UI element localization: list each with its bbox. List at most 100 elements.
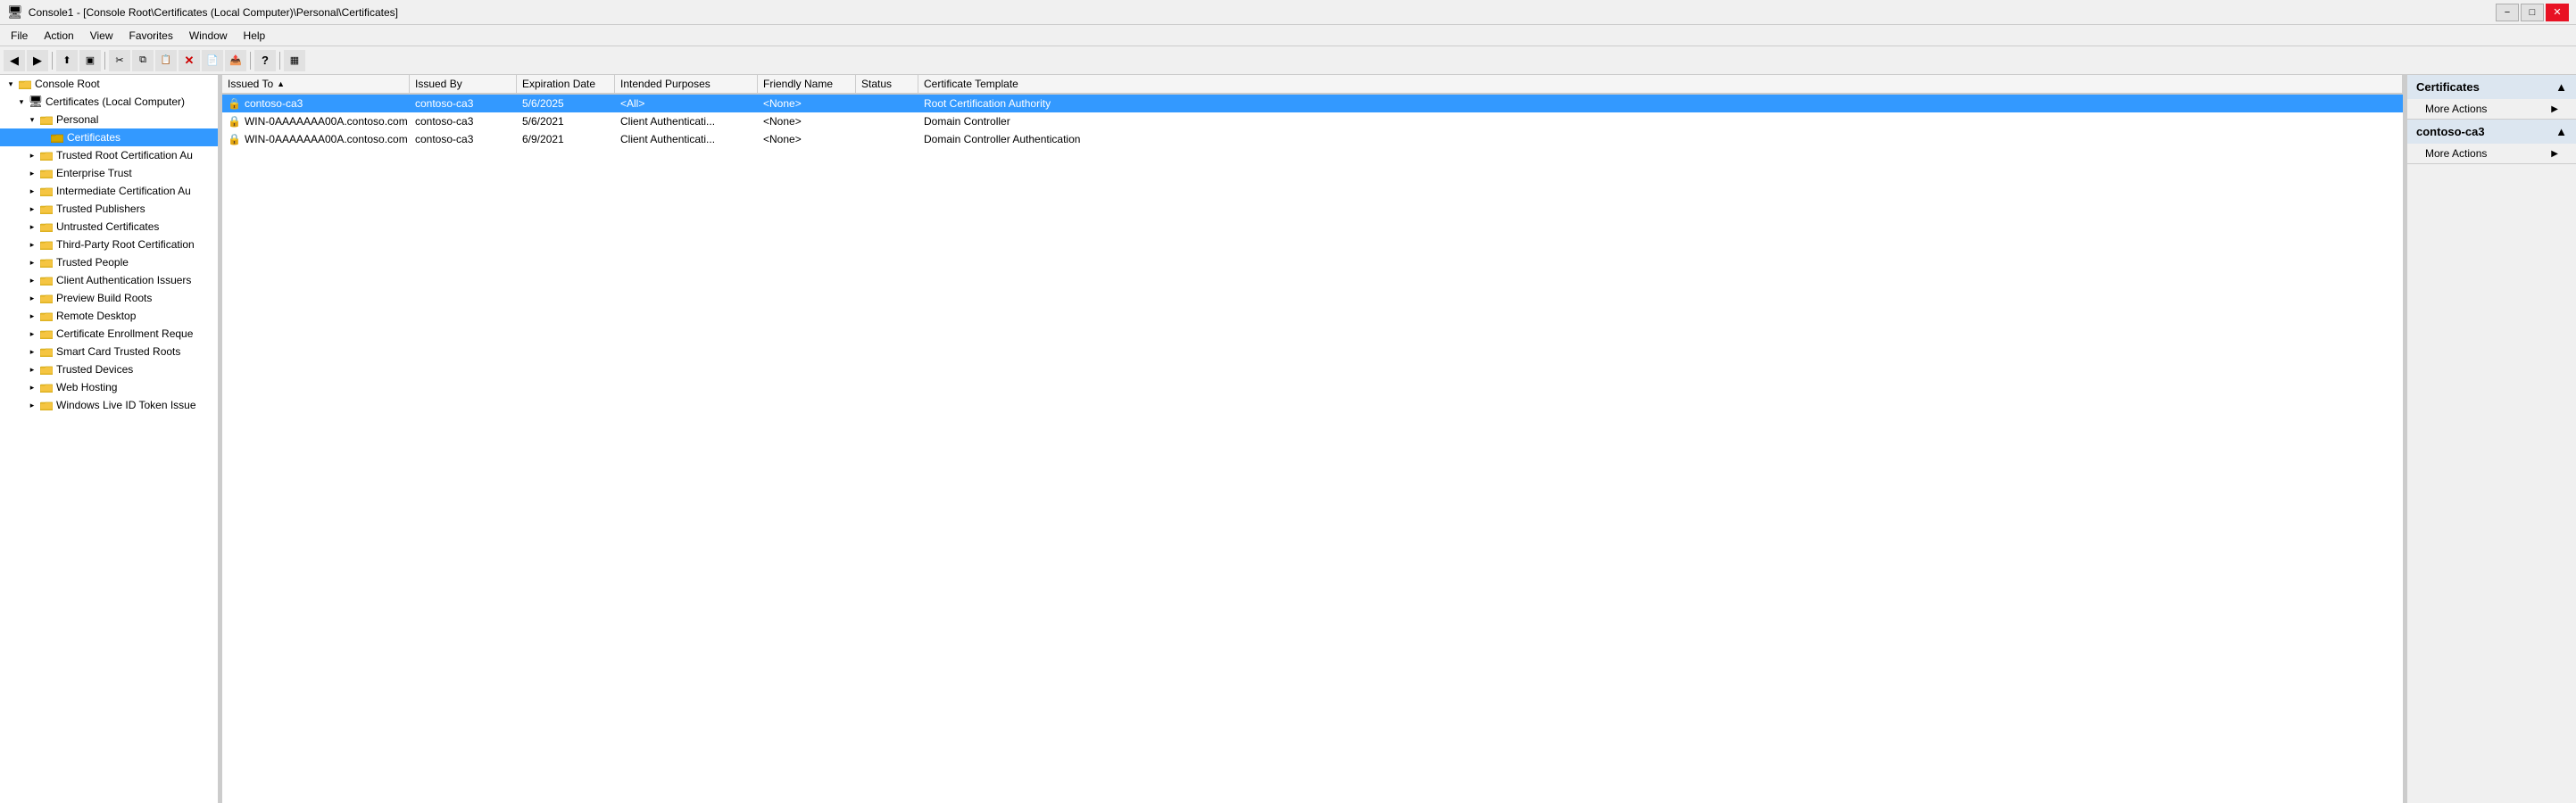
expand-remote-desktop[interactable]: ▸ bbox=[25, 309, 39, 323]
col-header-issued-to[interactable]: Issued To ▲ bbox=[222, 75, 410, 93]
help-button[interactable]: ? bbox=[254, 50, 276, 71]
cell-issued-by-1: contoso-ca3 bbox=[410, 95, 517, 112]
tree-item-trusted-devices[interactable]: ▸ Trusted Devices bbox=[0, 360, 218, 378]
tree-item-remote-desktop[interactable]: ▸ Remote Desktop bbox=[0, 307, 218, 325]
menu-item-view[interactable]: View bbox=[83, 28, 120, 44]
maximize-button[interactable]: □ bbox=[2521, 4, 2544, 21]
expand-smart-card[interactable]: ▸ bbox=[25, 344, 39, 359]
cell-issued-to-3: 🔒 WIN-0AAAAAAA00A.contoso.com bbox=[222, 131, 410, 147]
personal-icon bbox=[39, 112, 54, 127]
expand-web-hosting[interactable]: ▸ bbox=[25, 380, 39, 394]
paste-button[interactable]: 📋 bbox=[155, 50, 177, 71]
trusted-devices-icon bbox=[39, 362, 54, 377]
tree-item-console-root[interactable]: ▾ Console Root bbox=[0, 75, 218, 93]
expand-windows-live[interactable]: ▸ bbox=[25, 398, 39, 412]
list-row-3[interactable]: 🔒 WIN-0AAAAAAA00A.contoso.com contoso-ca… bbox=[222, 130, 2403, 148]
expand-trusted-root[interactable]: ▸ bbox=[25, 148, 39, 162]
expand-client-auth[interactable]: ▸ bbox=[25, 273, 39, 287]
expand-personal[interactable]: ▾ bbox=[25, 112, 39, 127]
expand-trusted-publishers[interactable]: ▸ bbox=[25, 202, 39, 216]
intermediate-icon bbox=[39, 184, 54, 198]
expand-local-computer[interactable]: ▾ bbox=[14, 95, 29, 109]
col-header-issued-by[interactable]: Issued By bbox=[410, 75, 517, 93]
tree-item-trusted-root[interactable]: ▸ Trusted Root Certification Au bbox=[0, 146, 218, 164]
tree-item-client-auth[interactable]: ▸ Client Authentication Issuers bbox=[0, 271, 218, 289]
actions-header-contoso[interactable]: contoso-ca3 ▲ bbox=[2407, 120, 2576, 144]
show-hide-console-tree[interactable]: ▣ bbox=[79, 50, 101, 71]
expand-trusted-devices[interactable]: ▸ bbox=[25, 362, 39, 377]
expand-untrusted[interactable]: ▸ bbox=[25, 219, 39, 234]
expand-preview-build[interactable]: ▸ bbox=[25, 291, 39, 305]
actions-items-contoso: More Actions ▶ bbox=[2407, 144, 2576, 163]
view-button[interactable]: ▦ bbox=[284, 50, 305, 71]
col-header-intended[interactable]: Intended Purposes bbox=[615, 75, 758, 93]
tree-item-trusted-publishers[interactable]: ▸ Trusted Publishers bbox=[0, 200, 218, 218]
menu-item-action[interactable]: Action bbox=[37, 28, 80, 44]
tree-item-windows-live[interactable]: ▸ Windows Live ID Token Issue bbox=[0, 396, 218, 414]
title-bar-title: Console1 - [Console Root\Certificates (L… bbox=[29, 6, 398, 19]
menu-item-favorites[interactable]: Favorites bbox=[122, 28, 180, 44]
back-button[interactable]: ◀ bbox=[4, 50, 25, 71]
menu-item-help[interactable]: Help bbox=[237, 28, 273, 44]
trusted-people-label: Trusted People bbox=[56, 256, 129, 269]
expand-trusted-people[interactable]: ▸ bbox=[25, 255, 39, 269]
col-header-friendly[interactable]: Friendly Name bbox=[758, 75, 856, 93]
actions-header-certificates[interactable]: Certificates ▲ bbox=[2407, 75, 2576, 99]
collapse-icon-contoso: ▲ bbox=[2555, 125, 2567, 138]
enterprise-trust-label: Enterprise Trust bbox=[56, 167, 132, 179]
tree-item-local-computer[interactable]: ▾ 🖥 Certificates (Local Computer) bbox=[0, 93, 218, 111]
delete-button[interactable]: ✕ bbox=[179, 50, 200, 71]
smart-card-label: Smart Card Trusted Roots bbox=[56, 345, 180, 358]
tree-item-untrusted[interactable]: ▸ Untrusted Certificates bbox=[0, 218, 218, 236]
untrusted-label: Untrusted Certificates bbox=[56, 220, 159, 233]
col-header-status[interactable]: Status bbox=[856, 75, 918, 93]
close-button[interactable]: ✕ bbox=[2546, 4, 2569, 21]
copy-button[interactable]: ⧉ bbox=[132, 50, 154, 71]
toolbar-sep-2 bbox=[104, 52, 105, 70]
tree-item-trusted-people[interactable]: ▸ Trusted People bbox=[0, 253, 218, 271]
windows-live-icon bbox=[39, 398, 54, 412]
cell-template-3: Domain Controller Authentication bbox=[918, 131, 2403, 147]
expand-intermediate[interactable]: ▸ bbox=[25, 184, 39, 198]
up-button[interactable]: ⬆ bbox=[56, 50, 78, 71]
third-party-label: Third-Party Root Certification bbox=[56, 238, 195, 251]
cell-status-2 bbox=[856, 120, 918, 123]
menu-item-file[interactable]: File bbox=[4, 28, 35, 44]
tree-item-enterprise-trust[interactable]: ▸ Enterprise Trust bbox=[0, 164, 218, 182]
tree-item-third-party[interactable]: ▸ Third-Party Root Certification bbox=[0, 236, 218, 253]
export-button[interactable]: 📤 bbox=[225, 50, 246, 71]
collapse-icon-certificates: ▲ bbox=[2555, 80, 2567, 94]
list-body: 🔒 contoso-ca3 contoso-ca3 5/6/2025 <All>… bbox=[222, 95, 2403, 803]
expand-cert-enrollment[interactable]: ▸ bbox=[25, 327, 39, 341]
expand-third-party[interactable]: ▸ bbox=[25, 237, 39, 252]
expand-enterprise[interactable]: ▸ bbox=[25, 166, 39, 180]
col-header-template[interactable]: Certificate Template bbox=[918, 75, 2403, 93]
tree-item-preview-build[interactable]: ▸ Preview Build Roots bbox=[0, 289, 218, 307]
tree-item-cert-enrollment[interactable]: ▸ Certificate Enrollment Reque bbox=[0, 325, 218, 343]
cell-intended-3: Client Authenticati... bbox=[615, 131, 758, 147]
cell-expiration-2: 5/6/2021 bbox=[517, 113, 615, 129]
cell-intended-2: Client Authenticati... bbox=[615, 113, 758, 129]
new-taskpad-button[interactable]: ✂ bbox=[109, 50, 130, 71]
actions-section-contoso: contoso-ca3 ▲ More Actions ▶ bbox=[2407, 120, 2576, 164]
forward-button[interactable]: ▶ bbox=[27, 50, 48, 71]
more-actions-certificates[interactable]: More Actions ▶ bbox=[2407, 99, 2576, 119]
cell-intended-1: <All> bbox=[615, 95, 758, 112]
cell-status-1 bbox=[856, 102, 918, 105]
tree-item-intermediate[interactable]: ▸ Intermediate Certification Au bbox=[0, 182, 218, 200]
more-actions-contoso[interactable]: More Actions ▶ bbox=[2407, 144, 2576, 163]
web-hosting-icon bbox=[39, 380, 54, 394]
tree-item-smart-card[interactable]: ▸ Smart Card Trusted Roots bbox=[0, 343, 218, 360]
menu-item-window[interactable]: Window bbox=[182, 28, 235, 44]
tree-item-web-hosting[interactable]: ▸ Web Hosting bbox=[0, 378, 218, 396]
remote-desktop-icon bbox=[39, 309, 54, 323]
properties-button[interactable]: 📄 bbox=[202, 50, 223, 71]
list-row-1[interactable]: 🔒 contoso-ca3 contoso-ca3 5/6/2025 <All>… bbox=[222, 95, 2403, 112]
list-row-2[interactable]: 🔒 WIN-0AAAAAAA00A.contoso.com contoso-ca… bbox=[222, 112, 2403, 130]
tree-item-certificates[interactable]: ▸ Certificates bbox=[0, 128, 218, 146]
more-actions-arrow-1: ▶ bbox=[2551, 104, 2558, 114]
col-header-expiration[interactable]: Expiration Date bbox=[517, 75, 615, 93]
minimize-button[interactable]: − bbox=[2496, 4, 2519, 21]
expand-console-root[interactable]: ▾ bbox=[4, 77, 18, 91]
tree-item-personal[interactable]: ▾ Personal bbox=[0, 111, 218, 128]
